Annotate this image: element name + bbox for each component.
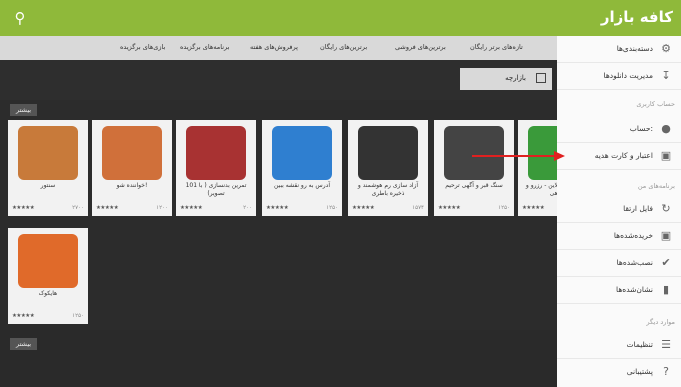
rating-stars: ★★★★★	[266, 205, 289, 211]
app-meta: ۲۷۰۰	[72, 205, 84, 211]
settings-icon: ☰	[661, 338, 671, 351]
app-card[interactable]: خواننده شو! ★★★★★ ۱۲۰۰	[92, 120, 172, 216]
cart-icon: ▣	[660, 229, 672, 242]
tab-top-free[interactable]: برترین‌های رایگان	[320, 43, 367, 51]
drawer-item-categories[interactable]: ⚙ دسته‌بندی‌ها	[557, 36, 681, 63]
tab-games-featured[interactable]: بازی‌های برگزیده	[120, 43, 165, 51]
filter-chip[interactable]: بازارچه	[460, 68, 552, 90]
check-icon: ✔	[661, 256, 671, 269]
search-icon[interactable]: ⚲	[10, 8, 30, 28]
app-title: سنتور	[40, 182, 56, 189]
app-meta: ۲۰۰	[243, 205, 252, 211]
drawer-item-updates[interactable]: ↻ فایل ارتقا	[557, 196, 681, 223]
app-title: آدرس به رو نقشه ببین	[273, 182, 330, 189]
app-card[interactable]: آزاد سازی رم هوشمند و ذخیره باطری ★★★★★ ۱۵…	[348, 120, 428, 216]
refresh-icon: ↻	[661, 202, 671, 215]
app-icon	[18, 234, 78, 288]
drawer-item-label: مدیریت دانلودها	[603, 71, 653, 80]
category-tabs: بازی‌های برگزیده برنامه‌های برگزیده پرفر…	[0, 36, 560, 60]
app-icon	[18, 126, 78, 180]
tab-apps-featured[interactable]: برنامه‌های برگزیده	[180, 43, 229, 51]
filter-icon	[536, 73, 546, 83]
drawer-item-downloads[interactable]: ↧ مدیریت دانلودها	[557, 63, 681, 90]
drawer-header-other: موارد دیگر	[646, 318, 675, 326]
app-title: هایکوک	[38, 290, 58, 297]
rating-stars: ★★★★★	[12, 205, 35, 211]
rating-stars: ★★★★★	[96, 205, 119, 211]
drawer-item-purchased[interactable]: ▣ خریده‌شده‌ها	[557, 223, 681, 250]
drawer-item-label: تنظیمات	[626, 340, 653, 349]
android-icon: ⚙	[661, 42, 671, 55]
drawer-item-label: فایل ارتقا	[623, 204, 653, 213]
filter-row: بازارچه	[0, 60, 560, 100]
drawer-item-support[interactable]: ? پشتیبانی	[557, 359, 681, 385]
app-meta: ۱۲۵۰	[326, 205, 338, 211]
app-title: 101 تمرین بدنسازی ( با تصویر)	[185, 182, 247, 197]
drawer-item-label: اعتبار و کارت هدیه	[594, 151, 653, 160]
app-title: آزاد سازی رم هوشمند و ذخیره باطری	[357, 182, 419, 197]
rating-stars: ★★★★★	[522, 205, 545, 211]
app-icon	[272, 126, 332, 180]
user-icon: ●	[661, 122, 671, 135]
drawer-header-apps: برنامه‌های من	[637, 182, 675, 190]
card-icon: ▣	[660, 149, 672, 162]
drawer-item-bookmarks[interactable]: ▮ نشان‌شده‌ها	[557, 277, 681, 304]
top-bar: ⚲ کافه بازار	[0, 0, 681, 36]
drawer-item-label: نصب‌شده‌ها	[616, 258, 653, 267]
app-meta: ۱۲۰۰	[156, 205, 168, 211]
rating-stars: ★★★★★	[12, 313, 35, 319]
app-card[interactable]: سنگ قبر و آگهی ترحیم ★★★★★ ۱۲۵۰	[434, 120, 514, 216]
navigation-drawer: ⚙ دسته‌بندی‌ها ↧ مدیریت دانلودها حساب کا…	[557, 36, 681, 387]
drawer-item-label: پشتیبانی	[626, 367, 653, 376]
filter-label: بازارچه	[505, 74, 526, 82]
rating-stars: ★★★★★	[180, 205, 203, 211]
app-icon	[102, 126, 162, 180]
drawer-item-label: حساب:	[629, 124, 653, 133]
more-button[interactable]: بیشتر	[10, 338, 38, 350]
app-card[interactable]: آدرس به رو نقشه ببین ★★★★★ ۱۲۵۰	[262, 120, 342, 216]
drawer-header-account: حساب کاربری	[636, 100, 675, 108]
bookmark-icon: ▮	[662, 283, 670, 296]
more-button[interactable]: بیشتر	[10, 104, 38, 116]
rating-stars: ★★★★★	[438, 205, 461, 211]
app-card[interactable]: هایکوک ★★★★★ ۱۲۵۰	[8, 228, 88, 324]
drawer-item-label: خریده‌شده‌ها	[613, 231, 653, 240]
drawer-item-settings[interactable]: ☰ تنظیمات	[557, 332, 681, 359]
app-brand: کافه بازار	[600, 8, 673, 26]
drawer-item-installed[interactable]: ✔ نصب‌شده‌ها	[557, 250, 681, 277]
app-meta: ۱۲۵۰	[498, 205, 510, 211]
app-title: سنگ قبر و آگهی ترحیم	[445, 182, 503, 189]
app-title: خواننده شو!	[116, 182, 148, 189]
tab-top-paid[interactable]: برترین‌های فروشی	[395, 43, 446, 51]
download-icon: ↧	[661, 69, 671, 82]
help-icon: ?	[663, 365, 669, 378]
drawer-item-label: نشان‌شده‌ها	[616, 285, 653, 294]
app-card[interactable]: سنتور ★★★★★ ۲۷۰۰	[8, 120, 88, 216]
annotation-arrow	[472, 151, 565, 161]
app-meta: ۱۵۷۴	[412, 205, 424, 211]
app-icon	[186, 126, 246, 180]
drawer-item-label: دسته‌بندی‌ها	[616, 44, 653, 53]
tab-new-free[interactable]: تازه‌های برتر رایگان	[470, 43, 523, 51]
app-icon	[358, 126, 418, 180]
drawer-item-credit[interactable]: ▣ اعتبار و کارت هدیه	[557, 143, 681, 170]
rating-stars: ★★★★★	[352, 205, 375, 211]
tab-weekly-best[interactable]: پرفروش‌های هفته	[250, 43, 298, 51]
drawer-item-account[interactable]: ● حساب:	[557, 116, 681, 143]
app-meta: ۱۲۵۰	[72, 313, 84, 319]
app-card[interactable]: 101 تمرین بدنسازی ( با تصویر) ★★★★★ ۲۰۰	[176, 120, 256, 216]
